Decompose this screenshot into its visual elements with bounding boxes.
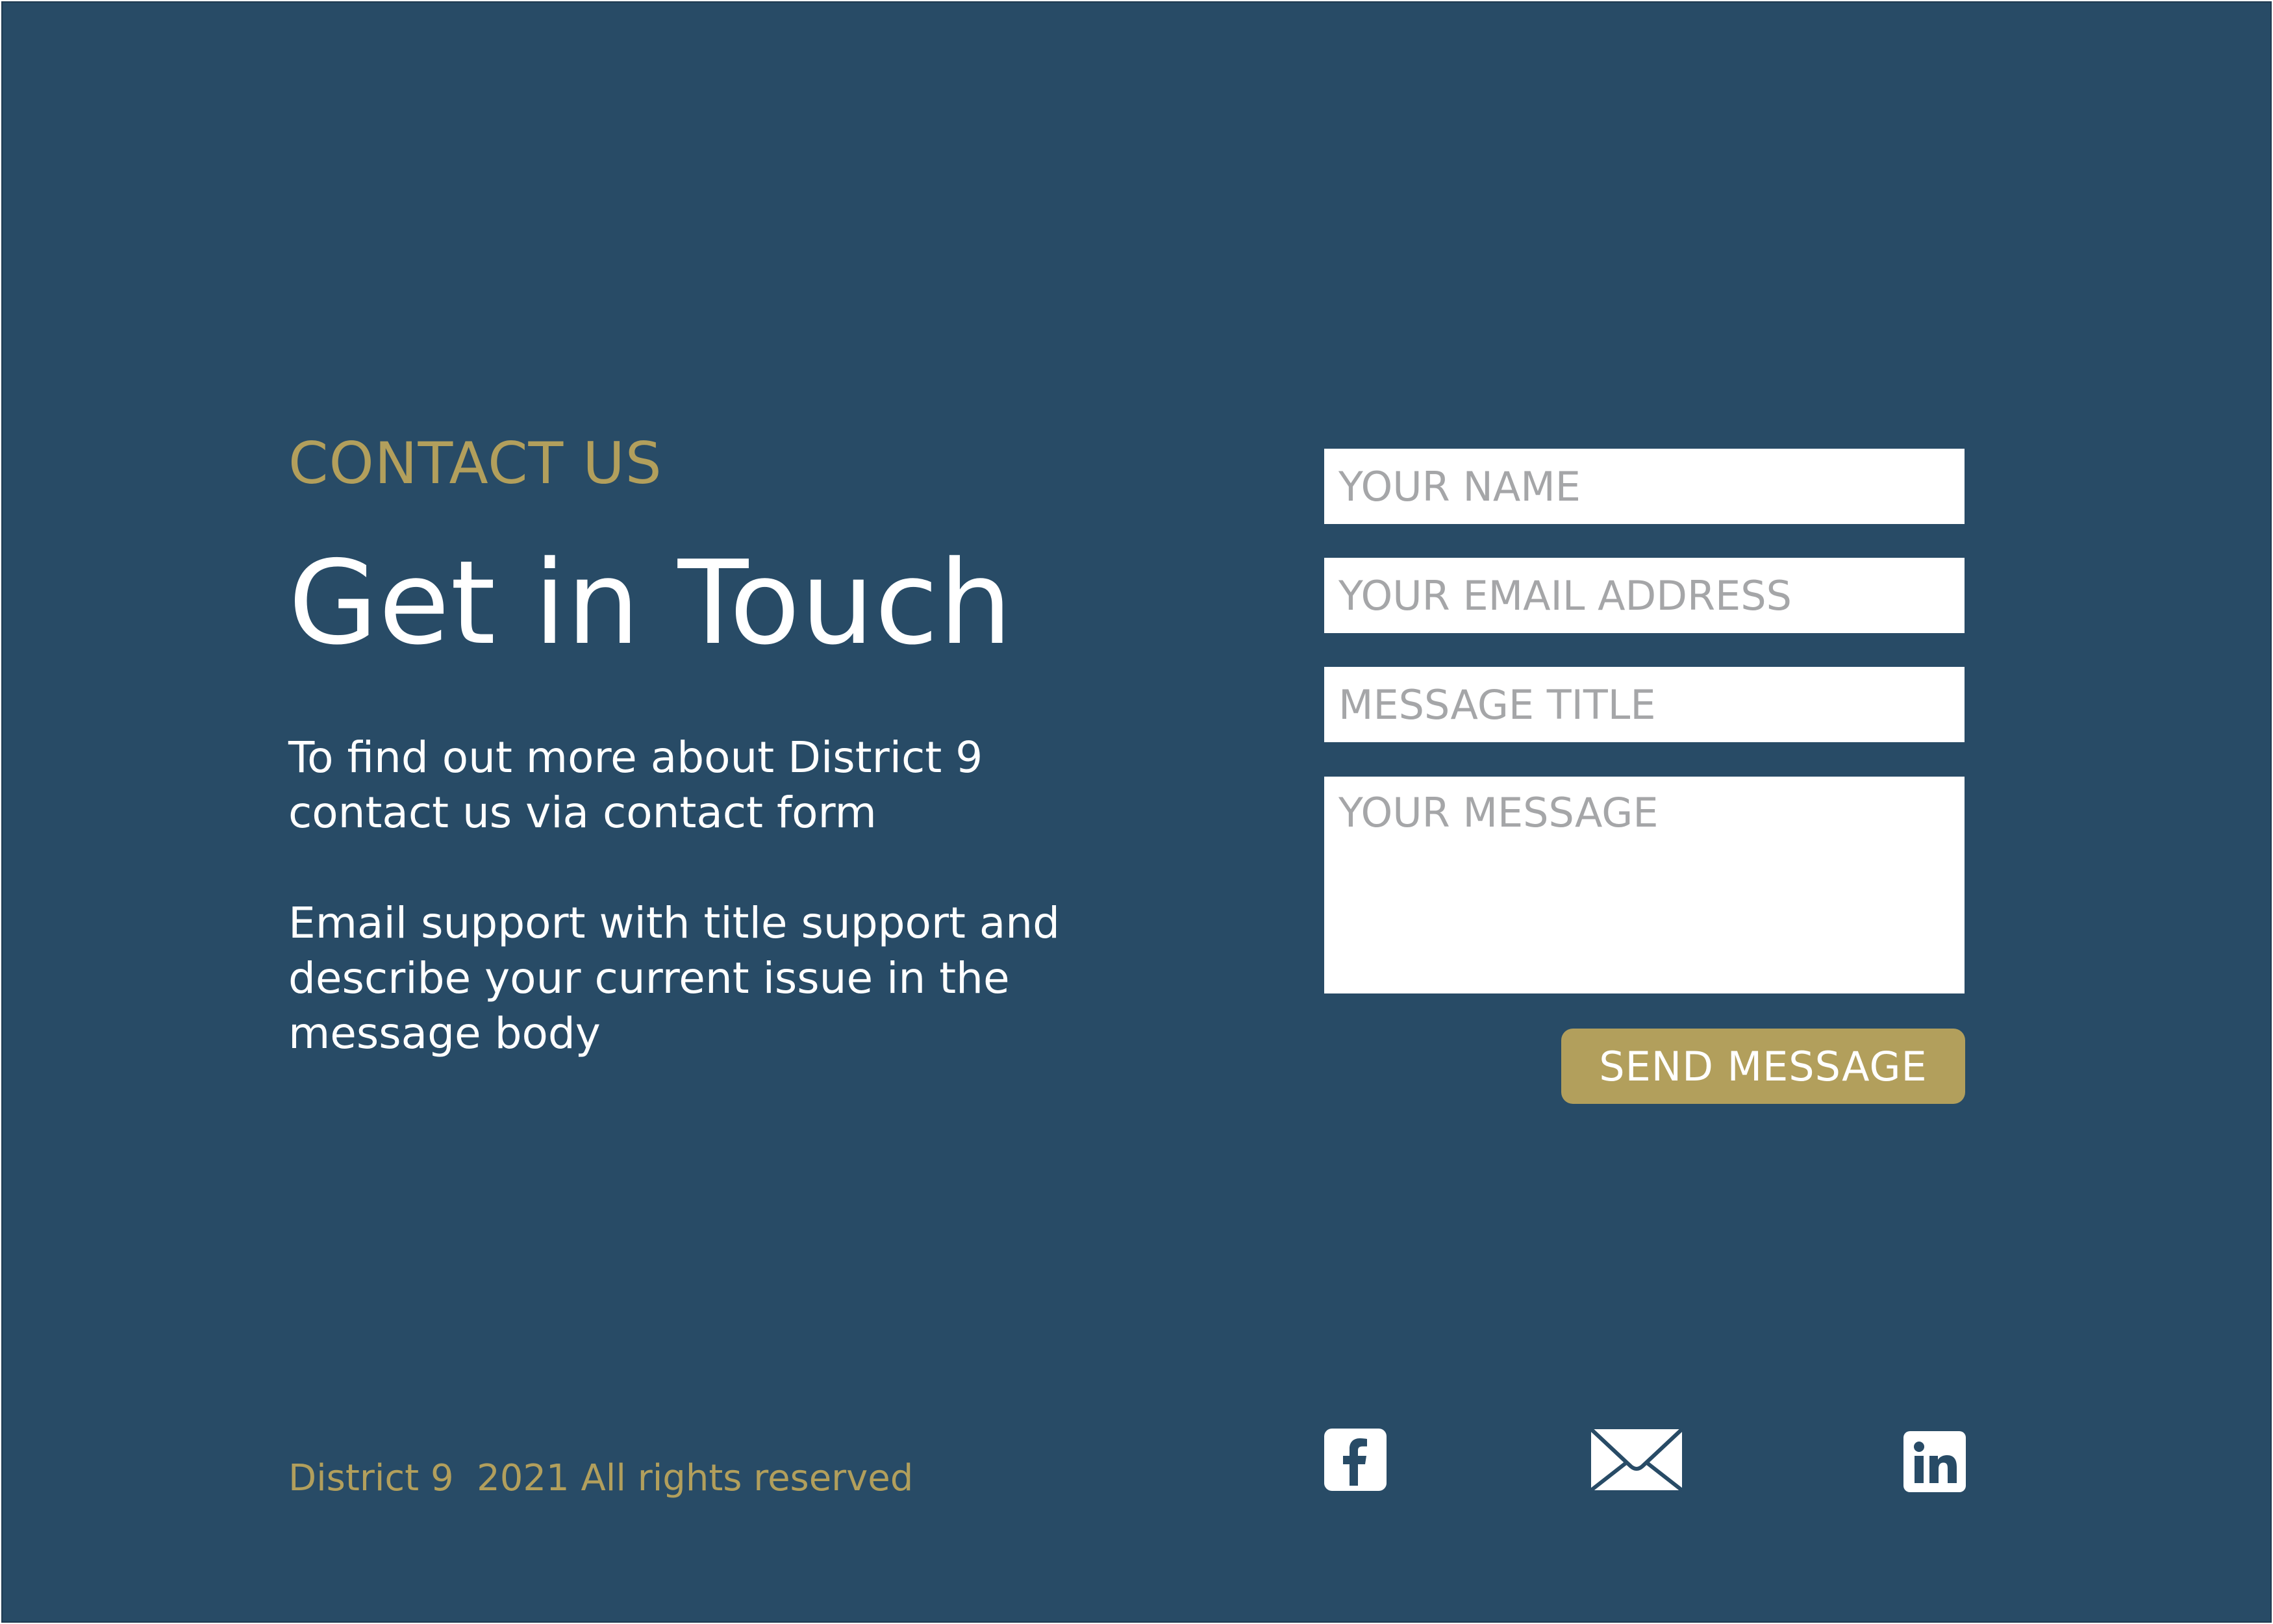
facebook-icon bbox=[1324, 1429, 1387, 1491]
message-title-input[interactable] bbox=[1324, 667, 1965, 742]
section-eyebrow: CONTACT US bbox=[288, 430, 662, 497]
copyright-text: District 9 2021 All rights reserved bbox=[288, 1457, 914, 1499]
intro-paragraph: To find out more about District 9 contac… bbox=[288, 732, 983, 838]
linkedin-icon bbox=[1903, 1431, 1966, 1492]
email-link[interactable] bbox=[1589, 1427, 1684, 1492]
mail-icon bbox=[1589, 1427, 1684, 1492]
support-paragraph: Email support with title support and des… bbox=[288, 898, 1061, 1058]
contact-page: CONTACT US Get in Touch To find out more… bbox=[1, 1, 2272, 1623]
facebook-link[interactable] bbox=[1324, 1429, 1387, 1491]
linkedin-link[interactable] bbox=[1903, 1431, 1966, 1492]
page-title: Get in Touch bbox=[288, 536, 1013, 670]
email-input[interactable] bbox=[1324, 558, 1965, 633]
message-textarea[interactable] bbox=[1324, 777, 1965, 993]
send-message-button[interactable]: SEND MESSAGE bbox=[1561, 1029, 1965, 1104]
name-input[interactable] bbox=[1324, 449, 1965, 524]
